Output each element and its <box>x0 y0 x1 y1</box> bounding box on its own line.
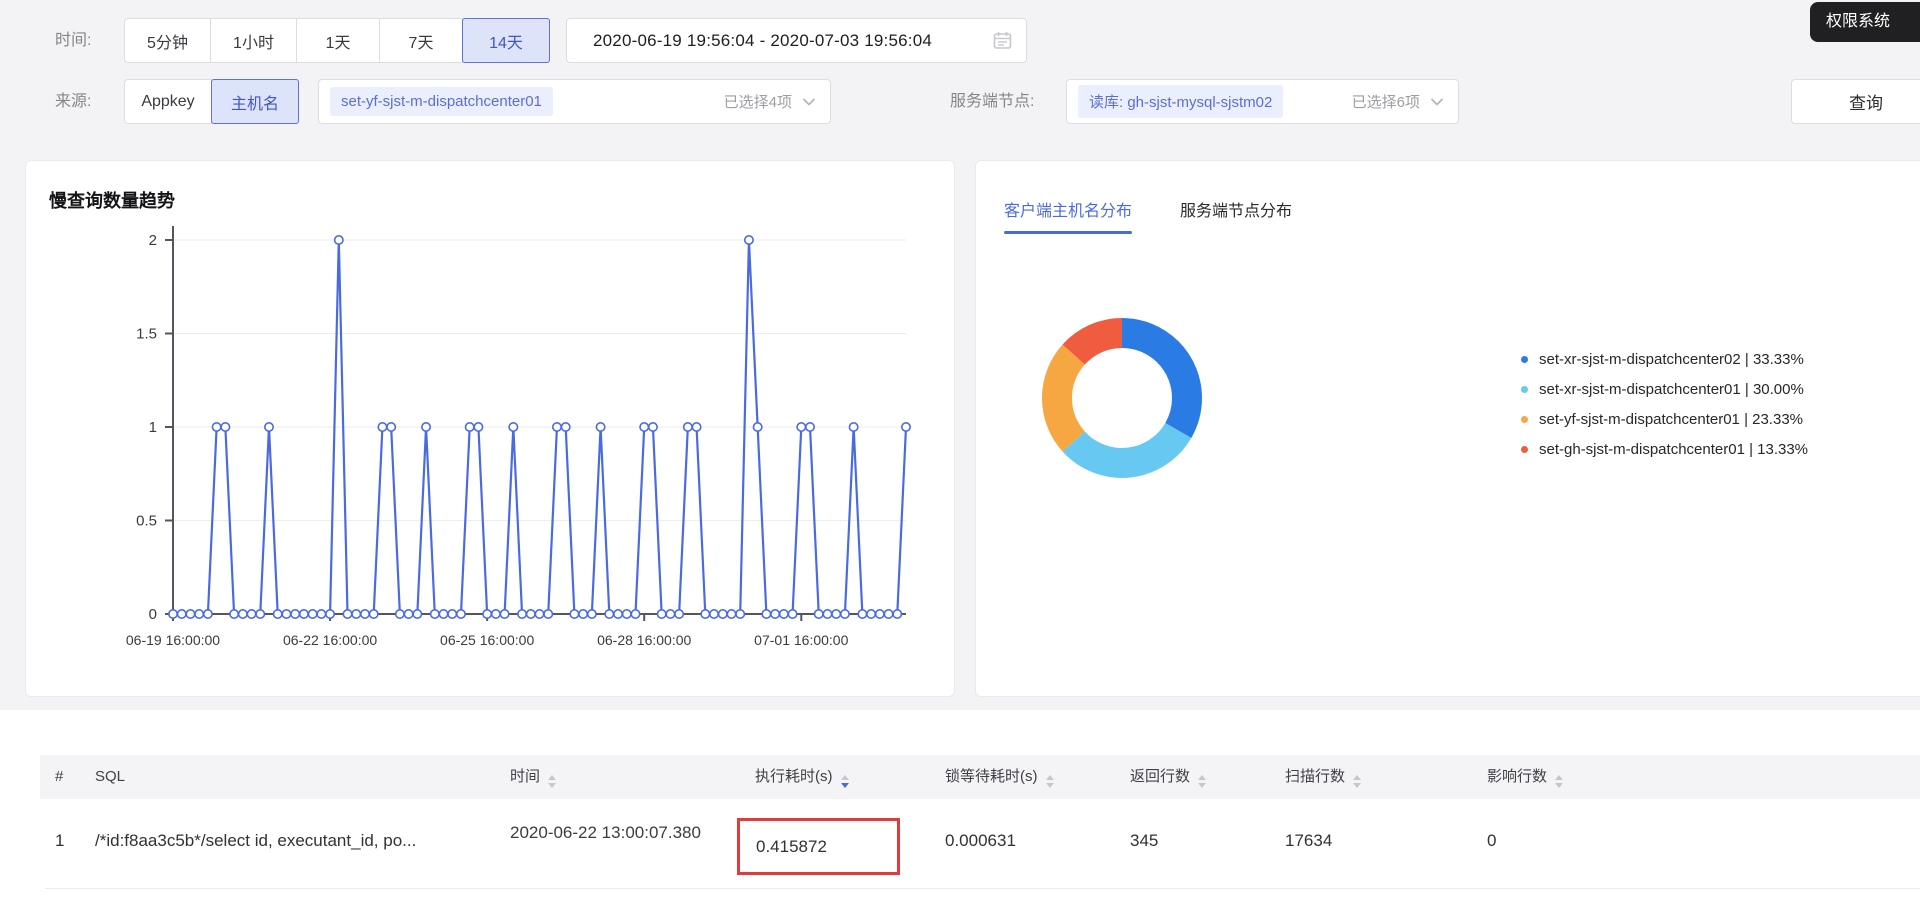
tab-client-host-distribution[interactable]: 客户端主机名分布 <box>1004 197 1132 234</box>
source-filter-label: 来源: <box>55 79 91 124</box>
distribution-card: 客户端主机名分布 服务端节点分布 set-xr-sjst-m-dispatchc… <box>975 160 1920 697</box>
column-header-lock-wait[interactable]: 锁等待耗时(s) <box>945 755 1054 799</box>
column-header-scanned-rows[interactable]: 扫描行数 <box>1285 755 1361 799</box>
sort-icon-desc-active[interactable] <box>841 775 849 788</box>
client-host-multiselect[interactable]: set-yf-sjst-m-dispatchcenter01 已选择4项 <box>318 79 831 124</box>
client-host-donut-chart <box>1037 313 1207 483</box>
cell-index: 1 <box>55 831 64 851</box>
column-header-affected-rows[interactable]: 影响行数 <box>1487 755 1563 799</box>
trend-chart-title: 慢查询数量趋势 <box>49 187 175 213</box>
sort-icon[interactable] <box>1046 775 1054 788</box>
slow-query-trend-card: 慢查询数量趋势 0 0.5 1 1.5 2 06-19 16:00:00 06-22 16:… <box>25 160 955 697</box>
svg-text:06-25 16:00:00: 06-25 16:00:00 <box>440 632 534 648</box>
server-node-label: 服务端节点: <box>950 79 1034 124</box>
date-range-value: 2020-06-19 19:56:04 - 2020-07-03 19:56:0… <box>567 31 932 51</box>
cell-exec-time: 0.415872 <box>740 837 827 857</box>
exec-time-highlight-box: 0.415872 <box>737 818 900 875</box>
svg-text:0.5: 0.5 <box>136 513 157 530</box>
column-header-time[interactable]: 时间 <box>510 755 556 799</box>
chevron-down-icon <box>1430 97 1444 107</box>
date-range-input[interactable]: 2020-06-19 19:56:04 - 2020-07-03 19:56:0… <box>566 18 1027 63</box>
sort-icon[interactable] <box>1198 775 1206 788</box>
donut-legend: set-xr-sjst-m-dispatchcenter02 | 33.33% s… <box>1521 344 1808 464</box>
legend-label: set-gh-sjst-m-dispatchcenter01 | 13.33% <box>1539 441 1808 458</box>
svg-text:0: 0 <box>149 606 157 623</box>
time-range-1day-button[interactable]: 1天 <box>296 18 380 63</box>
client-host-tag: set-yf-sjst-m-dispatchcenter01 <box>330 87 553 116</box>
source-appkey-button[interactable]: Appkey <box>124 79 212 124</box>
legend-item[interactable]: set-yf-sjst-m-dispatchcenter01 | 23.33% <box>1521 404 1808 434</box>
cell-affected-rows: 0 <box>1487 831 1496 851</box>
legend-dot-icon <box>1521 386 1528 393</box>
table-row-divider <box>45 888 1920 889</box>
sort-icon[interactable] <box>1353 775 1361 788</box>
table-header: # SQL 时间 执行耗时(s) 锁等待耗时(s) 返回行数 扫描行数 影响行数 <box>40 755 1920 799</box>
time-range-5min-button[interactable]: 5分钟 <box>124 18 211 63</box>
svg-text:2: 2 <box>149 232 157 249</box>
svg-text:06-22 16:00:00: 06-22 16:00:00 <box>283 632 377 648</box>
server-node-tag: 读库: gh-sjst-mysql-sjstm02 <box>1078 85 1283 118</box>
column-header-returned-rows[interactable]: 返回行数 <box>1130 755 1206 799</box>
cell-time: 2020-06-22 13:00:07.380 <box>510 820 740 846</box>
svg-text:06-19 16:00:00: 06-19 16:00:00 <box>126 632 220 648</box>
slow-query-dashboard: 时间: 5分钟 1小时 1天 7天 14天 2020-06-19 19:56:0… <box>0 0 1920 906</box>
tab-server-node-distribution[interactable]: 服务端节点分布 <box>1180 197 1292 234</box>
slow-query-trend-line-chart: 0 0.5 1 1.5 2 06-19 16:00:00 06-22 16:00:00 06-… <box>26 213 956 683</box>
time-range-1hour-button[interactable]: 1小时 <box>210 18 297 63</box>
legend-dot-icon <box>1521 416 1528 423</box>
source-button-group: Appkey 主机名 <box>124 79 299 124</box>
legend-label: set-xr-sjst-m-dispatchcenter01 | 30.00% <box>1539 381 1804 398</box>
calendar-icon <box>993 31 1012 50</box>
svg-text:1: 1 <box>149 419 157 436</box>
table-row[interactable]: 1 /*id:f8aa3c5b*/select id, executant_id… <box>40 799 1920 887</box>
legend-item[interactable]: set-xr-sjst-m-dispatchcenter02 | 33.33% <box>1521 344 1808 374</box>
time-range-7day-button[interactable]: 7天 <box>379 18 463 63</box>
column-header-exec-time[interactable]: 执行耗时(s) <box>755 755 849 799</box>
svg-text:06-28 16:00:00: 06-28 16:00:00 <box>597 632 691 648</box>
column-header-index: # <box>55 755 63 799</box>
legend-dot-icon <box>1521 356 1528 363</box>
legend-label: set-xr-sjst-m-dispatchcenter02 | 33.33% <box>1539 351 1804 368</box>
sort-icon[interactable] <box>1555 775 1563 788</box>
cell-lock-wait: 0.000631 <box>945 831 1016 851</box>
svg-text:07-01 16:00:00: 07-01 16:00:00 <box>754 632 848 648</box>
time-range-14day-button[interactable]: 14天 <box>462 18 550 63</box>
distribution-tabs: 客户端主机名分布 服务端节点分布 <box>1004 197 1292 234</box>
server-node-selected-count: 已选择6项 <box>1352 91 1420 112</box>
time-range-button-group: 5分钟 1小时 1天 7天 14天 <box>124 18 550 63</box>
source-hostname-button[interactable]: 主机名 <box>211 79 299 124</box>
column-header-sql: SQL <box>95 755 125 799</box>
sort-icon[interactable] <box>548 775 556 788</box>
client-host-selected-count: 已选择4项 <box>724 91 792 112</box>
legend-label: set-yf-sjst-m-dispatchcenter01 | 23.33% <box>1539 411 1803 428</box>
time-filter-label: 时间: <box>55 18 91 63</box>
permission-tooltip: 权限系统 <box>1810 2 1920 42</box>
server-node-multiselect[interactable]: 读库: gh-sjst-mysql-sjstm02 已选择6项 <box>1066 79 1459 124</box>
cell-returned-rows: 345 <box>1130 831 1158 851</box>
cell-scanned-rows: 17634 <box>1285 831 1332 851</box>
svg-text:1.5: 1.5 <box>136 326 157 343</box>
legend-dot-icon <box>1521 446 1528 453</box>
legend-item[interactable]: set-xr-sjst-m-dispatchcenter01 | 30.00% <box>1521 374 1808 404</box>
query-button[interactable]: 查询 <box>1791 79 1920 124</box>
chevron-down-icon <box>802 97 816 107</box>
cell-sql[interactable]: /*id:f8aa3c5b*/select id, executant_id, … <box>95 831 416 851</box>
legend-item[interactable]: set-gh-sjst-m-dispatchcenter01 | 13.33% <box>1521 434 1808 464</box>
